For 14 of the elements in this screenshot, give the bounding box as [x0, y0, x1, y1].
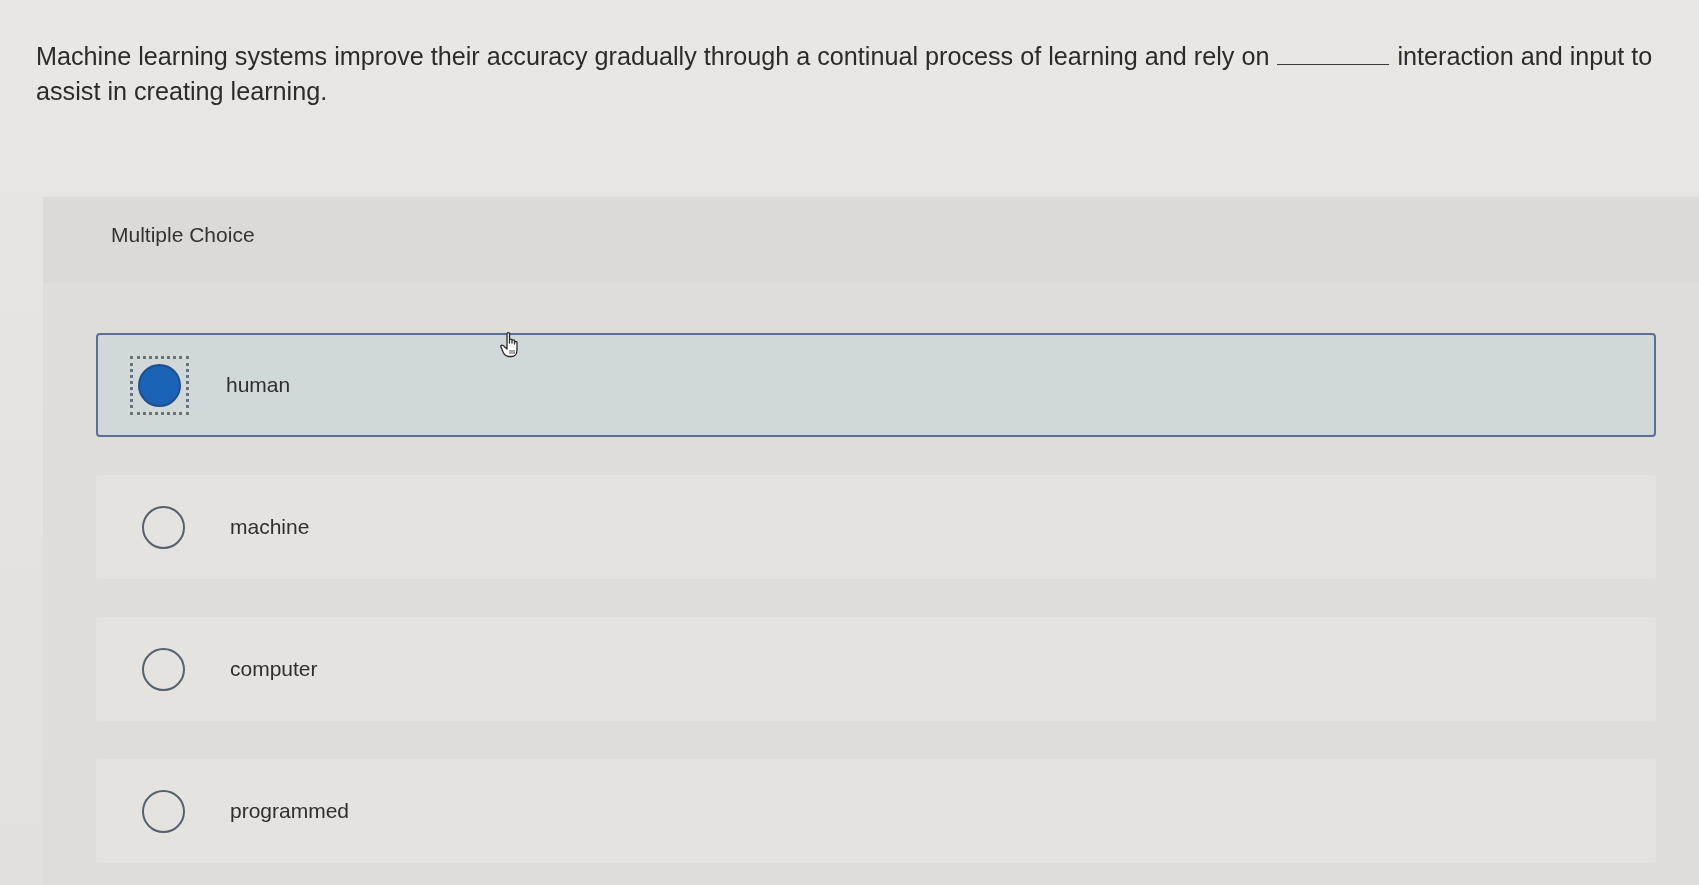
option-label: computer — [230, 657, 318, 681]
option-label: machine — [230, 515, 310, 539]
answer-option[interactable]: human — [96, 333, 1656, 437]
radio-button[interactable] — [129, 355, 189, 415]
question-text: Machine learning systems improve their accuracy gradually through a continual process of learning and rely on interaction and input to assist in creating learning. — [35, 41, 1654, 107]
radio-button[interactable] — [141, 789, 185, 833]
answer-option[interactable]: computer — [96, 617, 1656, 721]
option-label: human — [226, 373, 291, 397]
radio-button[interactable] — [141, 647, 185, 691]
answer-option[interactable]: machine — [96, 475, 1656, 579]
option-label: programmed — [230, 799, 350, 823]
answer-option[interactable]: programmed — [96, 759, 1656, 863]
radio-button[interactable] — [141, 505, 185, 549]
question-type-label: Multiple Choice — [111, 223, 255, 247]
